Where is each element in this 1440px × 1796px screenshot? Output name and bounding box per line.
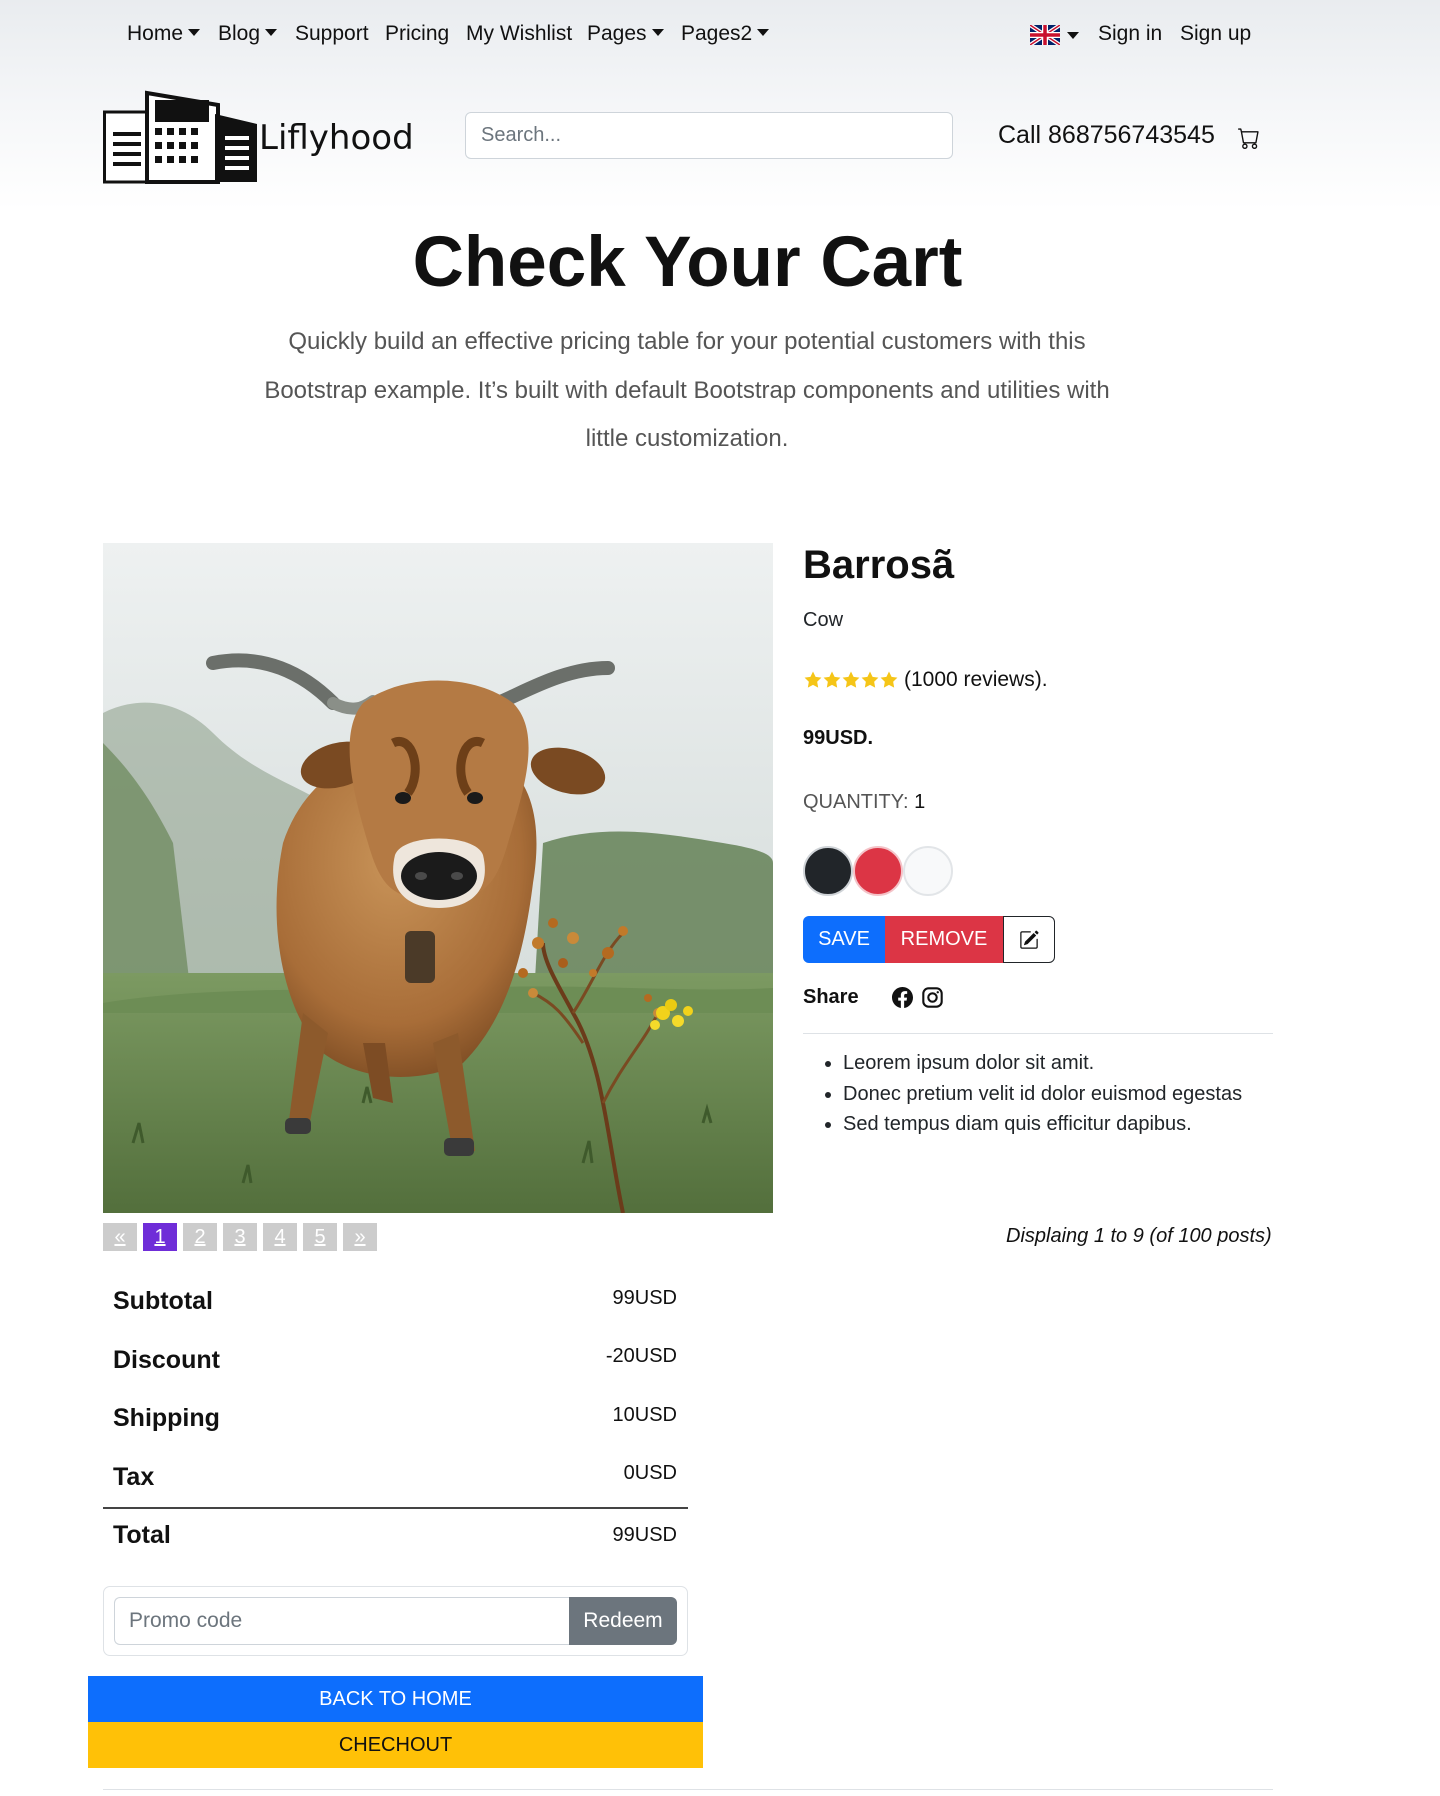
star-icon [861, 671, 879, 688]
product-image [103, 543, 773, 1213]
star-icon [842, 671, 860, 688]
subtotal-value: 99USD [612, 1287, 677, 1309]
promo-code-input[interactable] [114, 1597, 569, 1645]
promo-card: Redeem [103, 1586, 688, 1656]
tax-label: Tax [113, 1463, 155, 1491]
color-swatch-dark[interactable] [803, 846, 853, 896]
pagination-page-2[interactable]: 2 [183, 1223, 217, 1251]
nav-wishlist[interactable]: My Wishlist [466, 21, 572, 47]
page-description: Quickly build an effective pricing table… [264, 328, 1110, 452]
star-icon [804, 671, 822, 688]
quantity: QUANTITY: 1 [803, 791, 925, 814]
chevron-down-icon [188, 29, 201, 36]
total-label: Total [113, 1521, 171, 1549]
nav-blog[interactable]: Blog [218, 21, 278, 47]
feature-list: Leorem ipsum dolor sit amit. Donec preti… [843, 1048, 1242, 1140]
shipping-value: 10USD [612, 1404, 677, 1426]
nav-support[interactable]: Support [295, 21, 369, 47]
building-logo-icon[interactable] [103, 88, 259, 184]
checkout-button[interactable]: CHECHOUT [88, 1722, 703, 1768]
chevron-down-icon[interactable] [1067, 32, 1079, 39]
divider [103, 1789, 1273, 1790]
discount-label: Discount [113, 1346, 220, 1374]
pagination: « 1 2 3 4 5 » [103, 1223, 383, 1251]
sign-up-link[interactable]: Sign up [1180, 21, 1251, 47]
divider [103, 1507, 688, 1509]
page-title: Check Your Cart [412, 223, 963, 302]
nav-home[interactable]: Home [127, 21, 201, 47]
total-value: 99USD [612, 1524, 677, 1546]
redeem-button[interactable]: Redeem [569, 1597, 677, 1645]
list-item: Leorem ipsum dolor sit amit. [843, 1048, 1242, 1079]
pagination-page-4[interactable]: 4 [263, 1223, 297, 1251]
product-actions: SAVE REMOVE [803, 916, 1055, 963]
uk-flag-icon[interactable] [1030, 25, 1060, 45]
nav-pages[interactable]: Pages [587, 21, 664, 47]
cart-icon[interactable] [1238, 127, 1260, 149]
chevron-down-icon [757, 29, 770, 36]
save-button[interactable]: SAVE [803, 916, 885, 963]
pagination-page-1[interactable]: 1 [143, 1223, 177, 1251]
pagination-page-5[interactable]: 5 [303, 1223, 337, 1251]
color-swatch-light[interactable] [903, 846, 953, 896]
remove-button[interactable]: REMOVE [885, 916, 1003, 963]
review-count: (1000 reviews). [904, 668, 1048, 691]
back-to-home-button[interactable]: BACK TO HOME [88, 1676, 703, 1722]
chevron-down-icon [651, 29, 664, 36]
instagram-icon[interactable] [922, 987, 943, 1008]
subtotal-label: Subtotal [113, 1287, 213, 1315]
edit-icon [1020, 930, 1039, 949]
shipping-label: Shipping [113, 1404, 220, 1432]
quantity-value: 1 [914, 791, 926, 813]
quantity-label: QUANTITY: [803, 791, 909, 813]
sign-in-link[interactable]: Sign in [1098, 21, 1162, 47]
color-swatch-red[interactable] [853, 846, 903, 896]
star-icon [880, 671, 898, 688]
pagination-page-3[interactable]: 3 [223, 1223, 257, 1251]
list-item: Sed tempus diam quis efficitur dapibus. [843, 1109, 1242, 1140]
product-rating: (1000 reviews). [803, 668, 1048, 692]
share-label: Share [803, 986, 859, 1008]
product-price: 99USD. [803, 727, 874, 749]
divider [803, 1033, 1273, 1034]
pagination-prev[interactable]: « [103, 1223, 137, 1251]
list-item: Donec pretium velit id dolor euismod ege… [843, 1079, 1242, 1110]
brand-name[interactable]: Liflyhood [259, 118, 414, 158]
nav-pages2[interactable]: Pages2 [681, 21, 770, 47]
nav-pricing[interactable]: Pricing [385, 21, 449, 47]
facebook-icon[interactable] [892, 987, 913, 1008]
search-input[interactable] [465, 112, 953, 159]
discount-value: -20USD [605, 1345, 677, 1367]
pagination-next[interactable]: » [343, 1223, 377, 1251]
product-title: Barrosã [803, 543, 955, 587]
product-category: Cow [803, 609, 844, 631]
pagination-summary: Displaing 1 to 9 (of 100 posts) [1006, 1225, 1272, 1247]
chevron-down-icon [265, 29, 278, 36]
tax-value: 0USD [623, 1462, 677, 1484]
call-number: Call 868756743545 [998, 121, 1215, 149]
star-icon [823, 671, 841, 688]
top-nav: Home Blog Support Pricing My Wishlist Pa… [0, 0, 1440, 68]
edit-button[interactable] [1003, 916, 1055, 963]
